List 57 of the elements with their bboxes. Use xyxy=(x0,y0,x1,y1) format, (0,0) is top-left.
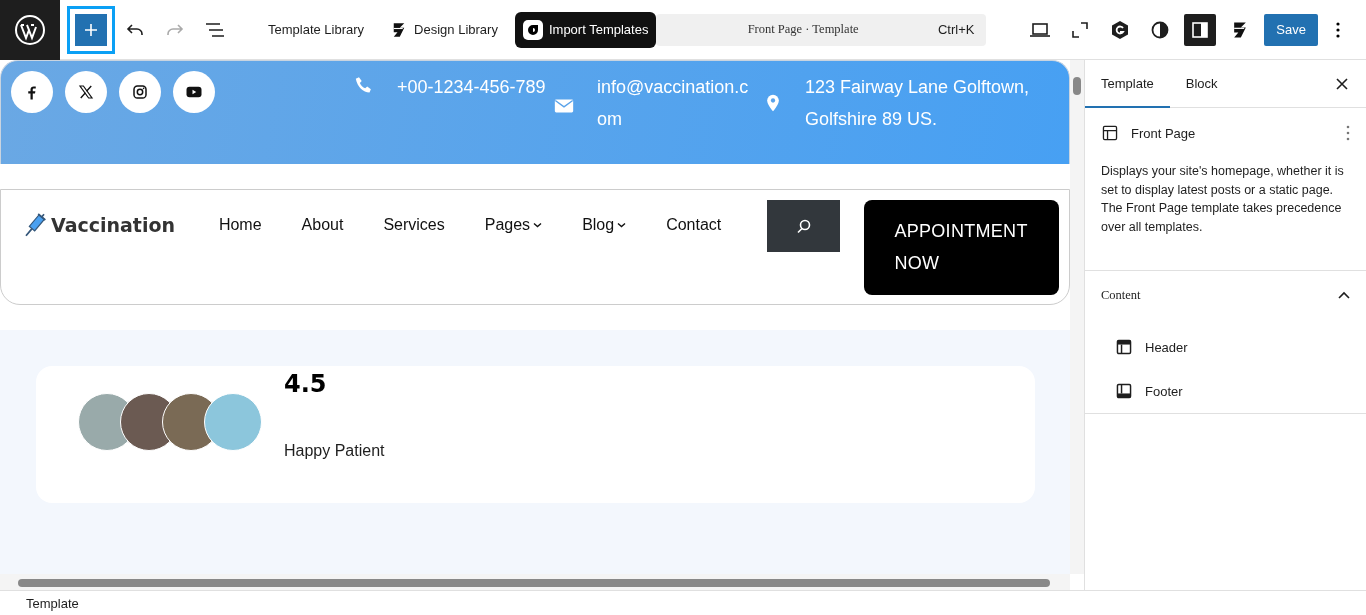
chevron-down-icon xyxy=(533,221,543,229)
footer-layout-icon xyxy=(1115,382,1133,400)
more-options-icon[interactable] xyxy=(1346,125,1350,141)
document-title: Front Page · Template xyxy=(746,22,860,37)
save-button[interactable]: Save xyxy=(1264,13,1318,46)
x-logo-icon xyxy=(77,83,95,101)
content-section-toggle[interactable]: Content xyxy=(1085,271,1366,319)
contact-text: info@vaccination.com xyxy=(597,76,750,131)
template-part-item[interactable]: Footer xyxy=(1085,369,1366,413)
search-button[interactable] xyxy=(767,200,841,252)
nav-link[interactable]: Services xyxy=(363,216,465,234)
expand-icon xyxy=(1071,20,1090,39)
sidebar-panel-icon xyxy=(1191,20,1210,39)
settings-sidebar-button[interactable] xyxy=(1184,13,1217,46)
template-title: Front Page xyxy=(1131,125,1197,141)
laptop-icon xyxy=(1029,20,1052,39)
social-link[interactable] xyxy=(173,71,215,113)
contact-text: 123 Fairway Lane Golftown, Golfshire 89 US. xyxy=(805,76,1031,131)
wordpress-logo[interactable] xyxy=(0,0,60,60)
shortcut-hint: Ctrl+K xyxy=(937,22,975,37)
nav-link[interactable]: Contact xyxy=(646,216,742,234)
appointment-button[interactable]: APPOINTMENT NOW xyxy=(864,200,1059,295)
template-layout-icon xyxy=(1101,124,1119,142)
rating-value: 4.5 xyxy=(284,370,328,398)
chevron-up-icon xyxy=(1338,291,1350,299)
rating-label: Happy Patient xyxy=(284,442,385,460)
toolbar-link[interactable]: Design Library xyxy=(381,11,507,48)
sidebar-tab[interactable]: Block xyxy=(1169,60,1234,108)
import-logo-icon xyxy=(522,19,543,40)
wordpress-logo-icon xyxy=(14,13,46,46)
toolbar-link[interactable]: Template Library xyxy=(259,11,374,48)
site-logo[interactable]: Vaccination xyxy=(21,200,199,250)
horizontal-scrollbar[interactable] xyxy=(0,574,1070,590)
social-link[interactable] xyxy=(11,71,53,113)
close-icon xyxy=(1336,77,1348,90)
instagram-icon xyxy=(131,83,149,101)
search-icon xyxy=(795,218,812,234)
sidebar-tab[interactable]: Template xyxy=(1085,60,1170,108)
vertical-scrollbar[interactable] xyxy=(1070,60,1084,574)
contact-text: +00-1234-456-789 xyxy=(397,76,547,99)
nav-link[interactable]: Blog xyxy=(562,216,647,234)
contrast-icon xyxy=(1150,19,1171,40)
options-icon xyxy=(1336,21,1340,38)
add-block-button[interactable] xyxy=(75,13,107,46)
command-bar[interactable]: Front Page · Template Ctrl+K xyxy=(656,13,987,46)
nav-link[interactable]: About xyxy=(281,216,364,234)
nav-link[interactable]: Pages xyxy=(464,216,563,234)
toolbar-link[interactable]: Import Templates xyxy=(514,11,657,48)
template-part-item[interactable]: Header xyxy=(1085,325,1366,369)
social-link[interactable] xyxy=(65,71,107,113)
breadcrumb-link[interactable]: Template xyxy=(26,595,79,611)
social-link[interactable] xyxy=(119,71,161,113)
nav-link[interactable]: Home xyxy=(198,216,282,234)
plus-icon xyxy=(84,22,98,37)
template-description: Displays your site's homepage, whether it is set to display latest posts or a static page. The Front Page template takes precedence over all templates. xyxy=(1100,163,1345,236)
chevron-down-icon xyxy=(617,221,627,229)
header-layout-icon xyxy=(1115,338,1133,356)
